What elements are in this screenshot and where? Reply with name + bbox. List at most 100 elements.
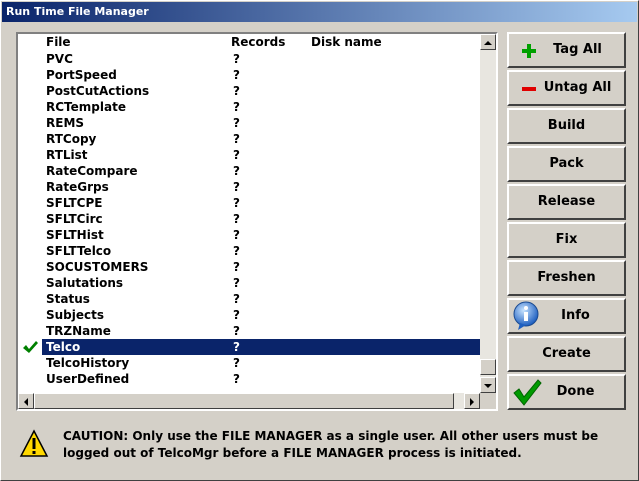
file-name: SFLTTelco	[46, 244, 112, 258]
column-header-records[interactable]: Records	[231, 35, 285, 49]
arrow-up-icon	[484, 41, 492, 45]
table-row[interactable]: SFLTCirc?	[18, 211, 480, 227]
title-bar: Run Time File Manager	[2, 2, 637, 22]
tag-all-label: Tag All	[553, 42, 602, 57]
record-count: ?	[233, 324, 240, 338]
arrow-left-icon	[24, 398, 28, 406]
table-row[interactable]: TelcoHistory?	[18, 355, 480, 371]
scrollbar-corner	[480, 393, 496, 409]
scroll-left-button[interactable]	[18, 393, 34, 409]
info-label: Info	[561, 308, 590, 323]
file-name: RCTemplate	[46, 100, 126, 114]
arrow-right-icon	[470, 398, 474, 406]
table-row[interactable]: PVC?	[18, 51, 480, 67]
untag-all-label: Untag All	[543, 80, 612, 95]
tag-all-button[interactable]: Tag All	[507, 32, 626, 68]
file-name: SFLTHist	[46, 228, 104, 242]
table-row[interactable]: Telco?	[18, 339, 480, 355]
table-row[interactable]: REMS?	[18, 115, 480, 131]
record-count: ?	[233, 164, 240, 178]
table-row[interactable]: SFLTTelco?	[18, 243, 480, 259]
arrow-down-icon	[484, 384, 492, 388]
file-name: Status	[46, 292, 90, 306]
file-name: PortSpeed	[46, 68, 117, 82]
table-row[interactable]: SOCUSTOMERS?	[18, 259, 480, 275]
record-count: ?	[233, 52, 240, 66]
scroll-down-button[interactable]	[480, 377, 496, 393]
list-header: File Records Disk name	[18, 34, 480, 50]
record-count: ?	[233, 340, 240, 354]
file-name: RateCompare	[46, 164, 138, 178]
table-row[interactable]: RTCopy?	[18, 131, 480, 147]
record-count: ?	[233, 84, 240, 98]
column-header-file[interactable]: File	[46, 35, 71, 49]
record-count: ?	[233, 100, 240, 114]
record-count: ?	[233, 244, 240, 258]
horizontal-scroll-thumb[interactable]	[34, 393, 454, 409]
table-row[interactable]: RTList?	[18, 147, 480, 163]
record-count: ?	[233, 276, 240, 290]
table-row[interactable]: SFLTCPE?	[18, 195, 480, 211]
record-count: ?	[233, 132, 240, 146]
vertical-scrollbar[interactable]	[480, 34, 496, 393]
caution-line-1: CAUTION: Only use the FILE MANAGER as a …	[63, 429, 599, 443]
table-row[interactable]: TRZName?	[18, 323, 480, 339]
record-count: ?	[233, 372, 240, 386]
table-row[interactable]: Status?	[18, 291, 480, 307]
record-count: ?	[233, 308, 240, 322]
file-name: RateGrps	[46, 180, 109, 194]
file-name: SOCUSTOMERS	[46, 260, 149, 274]
table-row[interactable]: UserDefined?	[18, 371, 480, 387]
file-name: RTList	[46, 148, 88, 162]
pack-button[interactable]: Pack	[507, 146, 626, 182]
done-label: Done	[556, 384, 595, 399]
file-name: Telco	[46, 340, 81, 354]
untag-all-button[interactable]: Untag All	[507, 70, 626, 106]
table-row[interactable]: RCTemplate?	[18, 99, 480, 115]
freshen-button[interactable]: Freshen	[507, 260, 626, 296]
selection-highlight	[42, 339, 480, 355]
record-count: ?	[233, 212, 240, 226]
record-count: ?	[233, 148, 240, 162]
tag-checkmark-icon	[23, 341, 38, 353]
caution-message: CAUTION: Only use the FILE MANAGER as a …	[63, 428, 623, 462]
record-count: ?	[233, 292, 240, 306]
file-name: SFLTCPE	[46, 196, 103, 210]
column-header-disk-name[interactable]: Disk name	[311, 35, 382, 49]
window-title: Run Time File Manager	[6, 5, 149, 18]
file-name: PostCutActions	[46, 84, 150, 98]
fix-label: Fix	[555, 232, 578, 247]
vertical-scroll-thumb[interactable]	[480, 359, 496, 375]
file-name: Subjects	[46, 308, 105, 322]
record-count: ?	[233, 260, 240, 274]
scroll-right-button[interactable]	[464, 393, 480, 409]
done-button[interactable]: Done	[507, 374, 626, 410]
release-button[interactable]: Release	[507, 184, 626, 220]
fix-button[interactable]: Fix	[507, 222, 626, 258]
file-name: REMS	[46, 116, 85, 130]
file-name: SFLTCirc	[46, 212, 103, 226]
table-row[interactable]: PortSpeed?	[18, 67, 480, 83]
caution-line-2: logged out of TelcoMgr before a FILE MAN…	[63, 446, 522, 460]
file-manager-window: Run Time File Manager File Records Disk …	[0, 0, 639, 481]
table-row[interactable]: Salutations?	[18, 275, 480, 291]
scroll-up-button[interactable]	[480, 34, 496, 50]
file-name: TelcoHistory	[46, 356, 130, 370]
create-button[interactable]: Create	[507, 336, 626, 372]
record-count: ?	[233, 180, 240, 194]
record-count: ?	[233, 228, 240, 242]
table-row[interactable]: PostCutActions?	[18, 83, 480, 99]
table-row[interactable]: RateCompare?	[18, 163, 480, 179]
horizontal-scrollbar[interactable]	[18, 393, 480, 409]
file-name: RTCopy	[46, 132, 97, 146]
pack-label: Pack	[549, 156, 584, 171]
file-rows: PVC? PortSpeed? PostCutActions? RCTemplate?…	[18, 51, 480, 387]
info-button[interactable]: Info	[507, 298, 626, 334]
table-row[interactable]: RateGrps?	[18, 179, 480, 195]
build-button[interactable]: Build	[507, 108, 626, 144]
table-row[interactable]: SFLTHist?	[18, 227, 480, 243]
file-list[interactable]: File Records Disk name PVC? PortSpeed? Pos…	[16, 32, 498, 411]
create-label: Create	[542, 346, 591, 361]
warning-icon	[19, 429, 49, 457]
table-row[interactable]: Subjects?	[18, 307, 480, 323]
